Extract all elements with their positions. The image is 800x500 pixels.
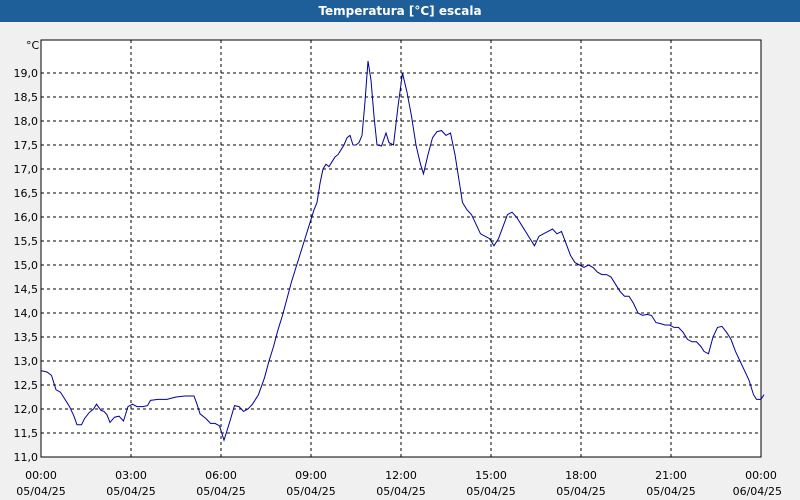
x-tick-date: 06/04/25	[733, 485, 782, 498]
y-tick-label: 11,5	[14, 427, 39, 440]
y-tick-label: 17,5	[14, 139, 39, 152]
x-tick-date: 05/04/25	[196, 485, 245, 498]
y-axis-unit-label: °C	[26, 39, 40, 52]
x-tick-date: 05/04/25	[286, 485, 335, 498]
x-tick-time: 12:00	[385, 469, 417, 482]
y-tick-label: 14,5	[14, 283, 39, 296]
y-tick-label: 14,0	[14, 307, 39, 320]
x-tick-date: 05/04/25	[16, 485, 65, 498]
x-tick-time: 00:00	[25, 469, 57, 482]
x-tick-time: 03:00	[115, 469, 147, 482]
x-tick-time: 21:00	[655, 469, 687, 482]
y-tick-label: 16,0	[14, 211, 39, 224]
x-tick-date: 05/04/25	[556, 485, 605, 498]
y-tick-label: 19,0	[14, 67, 39, 80]
x-tick-date: 05/04/25	[106, 485, 155, 498]
x-tick-date: 05/04/25	[376, 485, 425, 498]
x-tick-time: 00:00	[745, 469, 777, 482]
y-tick-label: 15,0	[14, 259, 39, 272]
y-tick-label: 15,5	[14, 235, 39, 248]
x-axis-ticks: 00:00 05/04/25 03:00 05/04/25 06:00 05/04/25 0…	[16, 469, 782, 498]
y-axis-ticks: 11,0 11,5 12,0 12,5 13,0 13,5 14,0 14,5 15,0 15,5…	[14, 67, 39, 464]
y-tick-label: 12,0	[14, 403, 39, 416]
line-chart: 11,0 11,5 12,0 12,5 13,0 13,5 14,0 14,5 15,0 15,5…	[14, 39, 783, 498]
x-tick-date: 05/04/25	[646, 485, 695, 498]
window-title: Temperatura [°C] escala	[0, 0, 800, 22]
y-tick-label: 12,5	[14, 379, 39, 392]
y-tick-label: 17,0	[14, 163, 39, 176]
y-tick-label: 13,5	[14, 331, 39, 344]
x-tick-time: 15:00	[475, 469, 507, 482]
y-tick-label: 18,0	[14, 115, 39, 128]
y-tick-label: 11,0	[14, 451, 39, 464]
y-tick-label: 16,5	[14, 187, 39, 200]
x-tick-time: 06:00	[205, 469, 237, 482]
x-tick-date: 05/04/25	[466, 485, 515, 498]
x-tick-time: 18:00	[565, 469, 597, 482]
y-tick-label: 13,0	[14, 355, 39, 368]
x-tick-time: 09:00	[295, 469, 327, 482]
chart-window: Temperatura [°C] escala 11,0 11,5 12,0 12,5…	[0, 0, 800, 500]
y-tick-label: 18,5	[14, 91, 39, 104]
